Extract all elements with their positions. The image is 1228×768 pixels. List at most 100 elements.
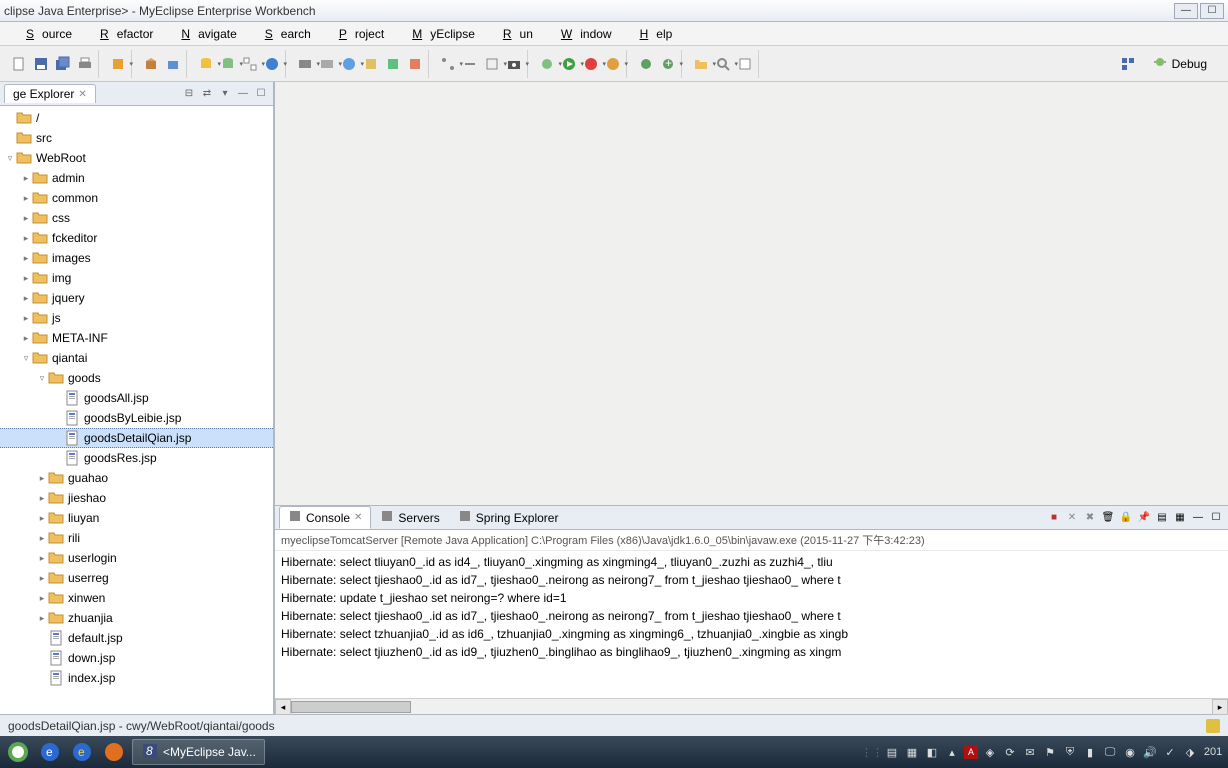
tree-node-WebRoot[interactable]: ▿WebRoot (0, 148, 273, 168)
tree-node-common[interactable]: ▸common (0, 188, 273, 208)
tray-chevron-icon[interactable]: ▴ (944, 744, 960, 760)
tray-pointer-icon[interactable]: ⬗ (1182, 744, 1198, 760)
tree-node-fckeditor[interactable]: ▸fckeditor (0, 228, 273, 248)
removeall-icon[interactable]: ✖ (1082, 510, 1098, 526)
tab-console[interactable]: Console✕ (279, 506, 371, 529)
clear-console-icon[interactable]: 🗑 (1100, 510, 1116, 526)
tree-node-userreg[interactable]: ▸userreg (0, 568, 273, 588)
tree-node-index-jsp[interactable]: index.jsp (0, 668, 273, 688)
tree-node-admin[interactable]: ▸admin (0, 168, 273, 188)
tree-caret-icon[interactable]: ▸ (20, 193, 32, 204)
tray-flag-icon[interactable]: ⚑ (1042, 744, 1058, 760)
profile-icon[interactable] (604, 55, 622, 73)
link-icon[interactable] (461, 55, 479, 73)
horizontal-scrollbar[interactable]: ◂ ▸ (275, 698, 1228, 714)
taskbar-firefox-icon[interactable] (100, 739, 128, 765)
minimize-button[interactable]: — (1174, 3, 1198, 19)
scrollbar-thumb[interactable] (291, 701, 411, 713)
collapse-all-icon[interactable]: ⊟ (181, 86, 197, 102)
tree-node-goodsRes-jsp[interactable]: goodsRes.jsp (0, 448, 273, 468)
tree-node-images[interactable]: ▸images (0, 248, 273, 268)
tree-node-guahao[interactable]: ▸guahao (0, 468, 273, 488)
db2-icon[interactable] (219, 55, 237, 73)
deploy-icon[interactable] (164, 55, 182, 73)
tab-spring-explorer[interactable]: Spring Explorer (449, 506, 568, 529)
scroll-lock-icon[interactable]: 🔒 (1118, 510, 1134, 526)
menu-help[interactable]: Help (624, 25, 681, 43)
tree-caret-icon[interactable]: ▿ (36, 373, 48, 384)
tray-update-icon[interactable]: ⟳ (1002, 744, 1018, 760)
debug-icon[interactable] (538, 55, 556, 73)
close-icon[interactable]: ✕ (354, 512, 362, 523)
editor-area[interactable]: ↖ (275, 82, 1228, 506)
newclass-icon[interactable] (637, 55, 655, 73)
tree-caret-icon[interactable]: ▸ (36, 513, 48, 524)
extern-icon[interactable] (582, 55, 600, 73)
tree-caret-icon[interactable]: ▿ (4, 153, 16, 164)
view-menu-icon[interactable]: ▾ (217, 86, 233, 102)
run-icon[interactable] (560, 55, 578, 73)
tree-node-xinwen[interactable]: ▸xinwen (0, 588, 273, 608)
tray-adobe-icon[interactable]: A (964, 745, 978, 759)
tree-node-css[interactable]: ▸css (0, 208, 273, 228)
menu-source[interactable]: Source (10, 25, 80, 43)
globe-icon[interactable] (340, 55, 358, 73)
tray-volume-icon[interactable]: 🔊 (1142, 744, 1158, 760)
tree-node-default-jsp[interactable]: default.jsp (0, 628, 273, 648)
explorer-tab[interactable]: ge Explorer ✕ (4, 84, 96, 103)
tree-node-jieshao[interactable]: ▸jieshao (0, 488, 273, 508)
tray-wifi-icon[interactable]: ◉ (1122, 744, 1138, 760)
scroll-right-icon[interactable]: ▸ (1212, 699, 1228, 715)
tray-msg-icon[interactable]: ✉ (1022, 744, 1038, 760)
taskbar-ie-icon[interactable]: e (68, 739, 96, 765)
tree-caret-icon[interactable]: ▸ (20, 313, 32, 324)
tree-caret-icon[interactable]: ▸ (20, 273, 32, 284)
save-icon[interactable] (32, 55, 50, 73)
tree-caret-icon[interactable]: ▸ (20, 333, 32, 344)
tray-clock[interactable]: 201 (1202, 744, 1218, 760)
action2-icon[interactable] (384, 55, 402, 73)
search-icon[interactable] (714, 55, 732, 73)
server-icon[interactable] (296, 55, 314, 73)
tray-battery-icon[interactable]: ▮ (1082, 744, 1098, 760)
menu-myeclipse[interactable]: MyEclipse (396, 25, 483, 43)
menu-refactor[interactable]: Refactor (84, 25, 161, 43)
tree-caret-icon[interactable]: ▸ (20, 173, 32, 184)
open-console-icon[interactable]: ▦ (1172, 510, 1188, 526)
close-icon[interactable]: ✕ (78, 89, 86, 100)
tree-caret-icon[interactable]: ▸ (20, 213, 32, 224)
start-button[interactable] (4, 739, 32, 765)
uml-icon[interactable] (241, 55, 259, 73)
taskbar-myeclipse-button[interactable]: 8 <MyEclipse Jav... (132, 739, 265, 765)
remove-icon[interactable]: ✕ (1064, 510, 1080, 526)
hier2-icon[interactable] (483, 55, 501, 73)
tree-caret-icon[interactable]: ▸ (20, 293, 32, 304)
tab-servers[interactable]: Servers (371, 506, 448, 529)
menu-navigate[interactable]: Navigate (165, 25, 244, 43)
console-output[interactable]: Hibernate: select tliuyan0_.id as id4_, … (275, 551, 1228, 698)
tree-node-qiantai[interactable]: ▿qiantai (0, 348, 273, 368)
maximize-view-icon[interactable]: ☐ (253, 86, 269, 102)
tree-caret-icon[interactable]: ▸ (20, 253, 32, 264)
tree-caret-icon[interactable]: ▸ (36, 473, 48, 484)
tree-caret-icon[interactable]: ▸ (36, 593, 48, 604)
db-icon[interactable] (197, 55, 215, 73)
action1-icon[interactable] (362, 55, 380, 73)
tray-monitor-icon[interactable]: 🖵 (1102, 744, 1118, 760)
menu-run[interactable]: Run (487, 25, 541, 43)
tray-icon-1[interactable]: ▤ (884, 744, 900, 760)
new-icon[interactable] (10, 55, 28, 73)
scroll-left-icon[interactable]: ◂ (275, 699, 291, 715)
link-editor-icon[interactable]: ⇄ (199, 86, 215, 102)
tray-icon-2[interactable]: ▦ (904, 744, 920, 760)
menu-project[interactable]: Project (323, 25, 392, 43)
tree-node-userlogin[interactable]: ▸userlogin (0, 548, 273, 568)
tree-node-META-INF[interactable]: ▸META-INF (0, 328, 273, 348)
tree-caret-icon[interactable]: ▿ (20, 353, 32, 364)
tree-caret-icon[interactable]: ▸ (36, 493, 48, 504)
package-icon[interactable] (142, 55, 160, 73)
tray-icon-3[interactable]: ◧ (924, 744, 940, 760)
tree-node-rili[interactable]: ▸rili (0, 528, 273, 548)
tree-node-goodsDetailQian-jsp[interactable]: goodsDetailQian.jsp (0, 428, 273, 448)
task-icon[interactable] (736, 55, 754, 73)
